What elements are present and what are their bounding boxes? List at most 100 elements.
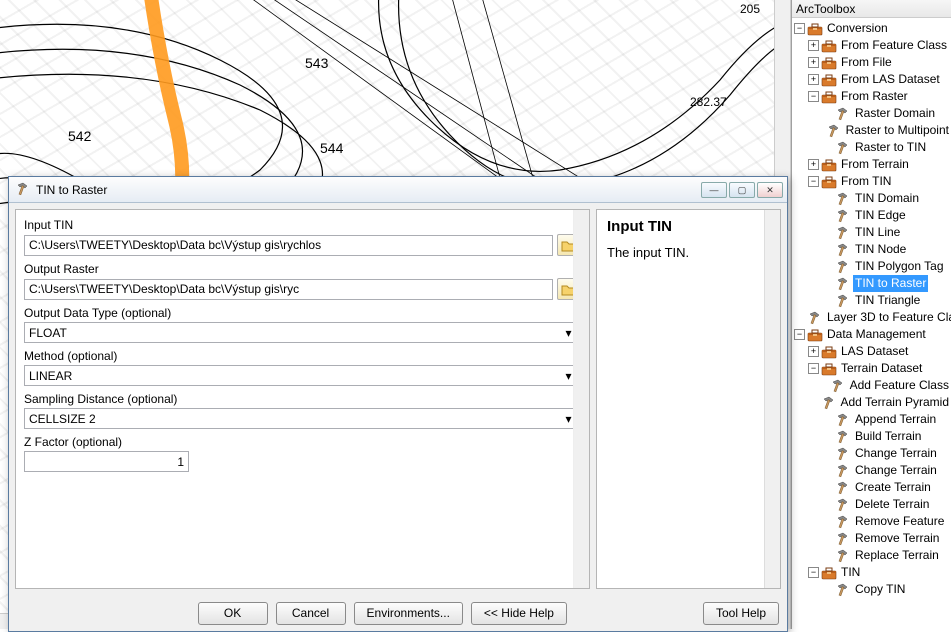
hammer-icon (835, 515, 851, 529)
hammer-icon (826, 124, 842, 138)
tool-item[interactable]: TIN Edge (794, 207, 951, 224)
tree-expander[interactable]: + (808, 346, 819, 357)
toolset-item[interactable]: −Conversion (794, 20, 951, 37)
method-select[interactable]: LINEAR ▾ (24, 365, 581, 386)
tool-item[interactable]: Layer 3D to Feature Class (794, 309, 951, 326)
tool-item[interactable]: Copy TIN (794, 581, 951, 598)
tree-label: TIN Triangle (853, 292, 922, 309)
tool-item[interactable]: TIN Line (794, 224, 951, 241)
tool-item[interactable]: TIN to Raster (794, 275, 951, 292)
toolset-item[interactable]: −From Raster (794, 88, 951, 105)
tool-item[interactable]: Delete Terrain (794, 496, 951, 513)
toolbox-icon (821, 345, 837, 359)
tree-expander (822, 448, 833, 459)
tree-expander[interactable]: + (808, 57, 819, 68)
tool-item[interactable]: Change Terrain (794, 445, 951, 462)
input-tin-field[interactable] (24, 235, 553, 256)
tool-item[interactable]: Add Terrain Pyramid (794, 394, 951, 411)
minimize-button[interactable]: — (701, 182, 727, 198)
tree-label: Raster to Multipoint (844, 122, 951, 139)
tree-expander (822, 431, 833, 442)
hammer-icon (15, 182, 31, 198)
toolset-item[interactable]: + From LAS Dataset (794, 71, 951, 88)
tree-label: From TIN (839, 173, 893, 190)
tool-item[interactable]: Add Feature Class (794, 377, 951, 394)
tree-expander[interactable]: + (808, 40, 819, 51)
tree-expander[interactable]: − (794, 23, 805, 34)
tree-expander[interactable]: + (808, 74, 819, 85)
tool-item[interactable]: Build Terrain (794, 428, 951, 445)
tool-item[interactable]: TIN Triangle (794, 292, 951, 309)
output-type-select[interactable]: FLOAT ▾ (24, 322, 581, 343)
tool-item[interactable]: TIN Polygon Tag (794, 258, 951, 275)
toolset-item[interactable]: −Data Management (794, 326, 951, 343)
dialog-title: TIN to Raster (36, 183, 701, 197)
cancel-button[interactable]: Cancel (276, 602, 346, 625)
toolset-item[interactable]: +LAS Dataset (794, 343, 951, 360)
hammer-icon (835, 549, 851, 563)
tool-item[interactable]: Raster to Multipoint (794, 122, 951, 139)
tree-expander (822, 278, 833, 289)
toolset-item[interactable]: +From Terrain (794, 156, 951, 173)
tree-expander (794, 312, 805, 323)
tree-label: Remove Feature (853, 513, 946, 530)
tree-expander (822, 244, 833, 255)
tool-item[interactable]: Append Terrain (794, 411, 951, 428)
ok-button[interactable]: OK (198, 602, 268, 625)
dialog-titlebar[interactable]: TIN to Raster — ▢ ✕ (9, 177, 787, 203)
tree-expander (808, 397, 819, 408)
environments-button[interactable]: Environments... (354, 602, 463, 625)
tree-expander[interactable]: − (808, 567, 819, 578)
tree-expander (822, 465, 833, 476)
hammer-icon (835, 413, 851, 427)
tree-label: Replace Terrain (853, 547, 941, 564)
arctoolbox-tree[interactable]: −Conversion+From Feature Class+From File… (792, 18, 951, 600)
hide-help-button[interactable]: << Hide Help (471, 602, 567, 625)
tree-label: Change Terrain (853, 445, 939, 462)
close-button[interactable]: ✕ (757, 182, 783, 198)
method-label: Method (optional) (24, 349, 581, 363)
tree-label: From LAS Dataset (839, 71, 942, 88)
toolbox-icon (807, 328, 823, 342)
hammer-icon (835, 107, 851, 121)
tree-expander (822, 108, 833, 119)
tree-label: TIN (839, 564, 862, 581)
tool-item[interactable]: Replace Terrain (794, 547, 951, 564)
map-label: 282.37 (690, 95, 727, 109)
tool-item[interactable]: TIN Node (794, 241, 951, 258)
tool-item[interactable]: Raster to TIN (794, 139, 951, 156)
tree-expander[interactable]: − (808, 176, 819, 187)
tree-expander (822, 193, 833, 204)
tool-item[interactable]: Raster Domain (794, 105, 951, 122)
tree-label: TIN Edge (853, 207, 908, 224)
toolset-item[interactable]: − From TIN (794, 173, 951, 190)
output-raster-label: Output Raster (24, 262, 581, 276)
output-raster-field[interactable] (24, 279, 553, 300)
tree-expander[interactable]: + (808, 159, 819, 170)
maximize-button[interactable]: ▢ (729, 182, 755, 198)
tree-label: Add Terrain Pyramid (839, 394, 951, 411)
hammer-icon (835, 226, 851, 240)
tool-item[interactable]: Remove Terrain (794, 530, 951, 547)
toolset-item[interactable]: +From Feature Class (794, 37, 951, 54)
tool-help-button[interactable]: Tool Help (703, 602, 779, 625)
form-scrollbar[interactable] (573, 210, 589, 588)
help-title: Input TIN (607, 218, 770, 235)
tool-item[interactable]: Change Terrain (794, 462, 951, 479)
tree-expander[interactable]: − (808, 363, 819, 374)
help-scrollbar[interactable] (764, 210, 780, 588)
tool-item[interactable]: TIN Domain (794, 190, 951, 207)
toolset-item[interactable]: −Terrain Dataset (794, 360, 951, 377)
tool-item[interactable]: Create Terrain (794, 479, 951, 496)
tool-item[interactable]: Remove Feature (794, 513, 951, 530)
toolset-item[interactable]: − TIN (794, 564, 951, 581)
tree-expander[interactable]: − (808, 91, 819, 102)
tree-label: Remove Terrain (853, 530, 941, 547)
zfactor-field[interactable] (24, 451, 189, 472)
toolset-item[interactable]: +From File (794, 54, 951, 71)
tree-expander (822, 210, 833, 221)
tree-label: TIN Node (853, 241, 908, 258)
sampling-select[interactable]: CELLSIZE 2 ▾ (24, 408, 581, 429)
input-tin-label: Input TIN (24, 218, 581, 232)
tree-expander[interactable]: − (794, 329, 805, 340)
